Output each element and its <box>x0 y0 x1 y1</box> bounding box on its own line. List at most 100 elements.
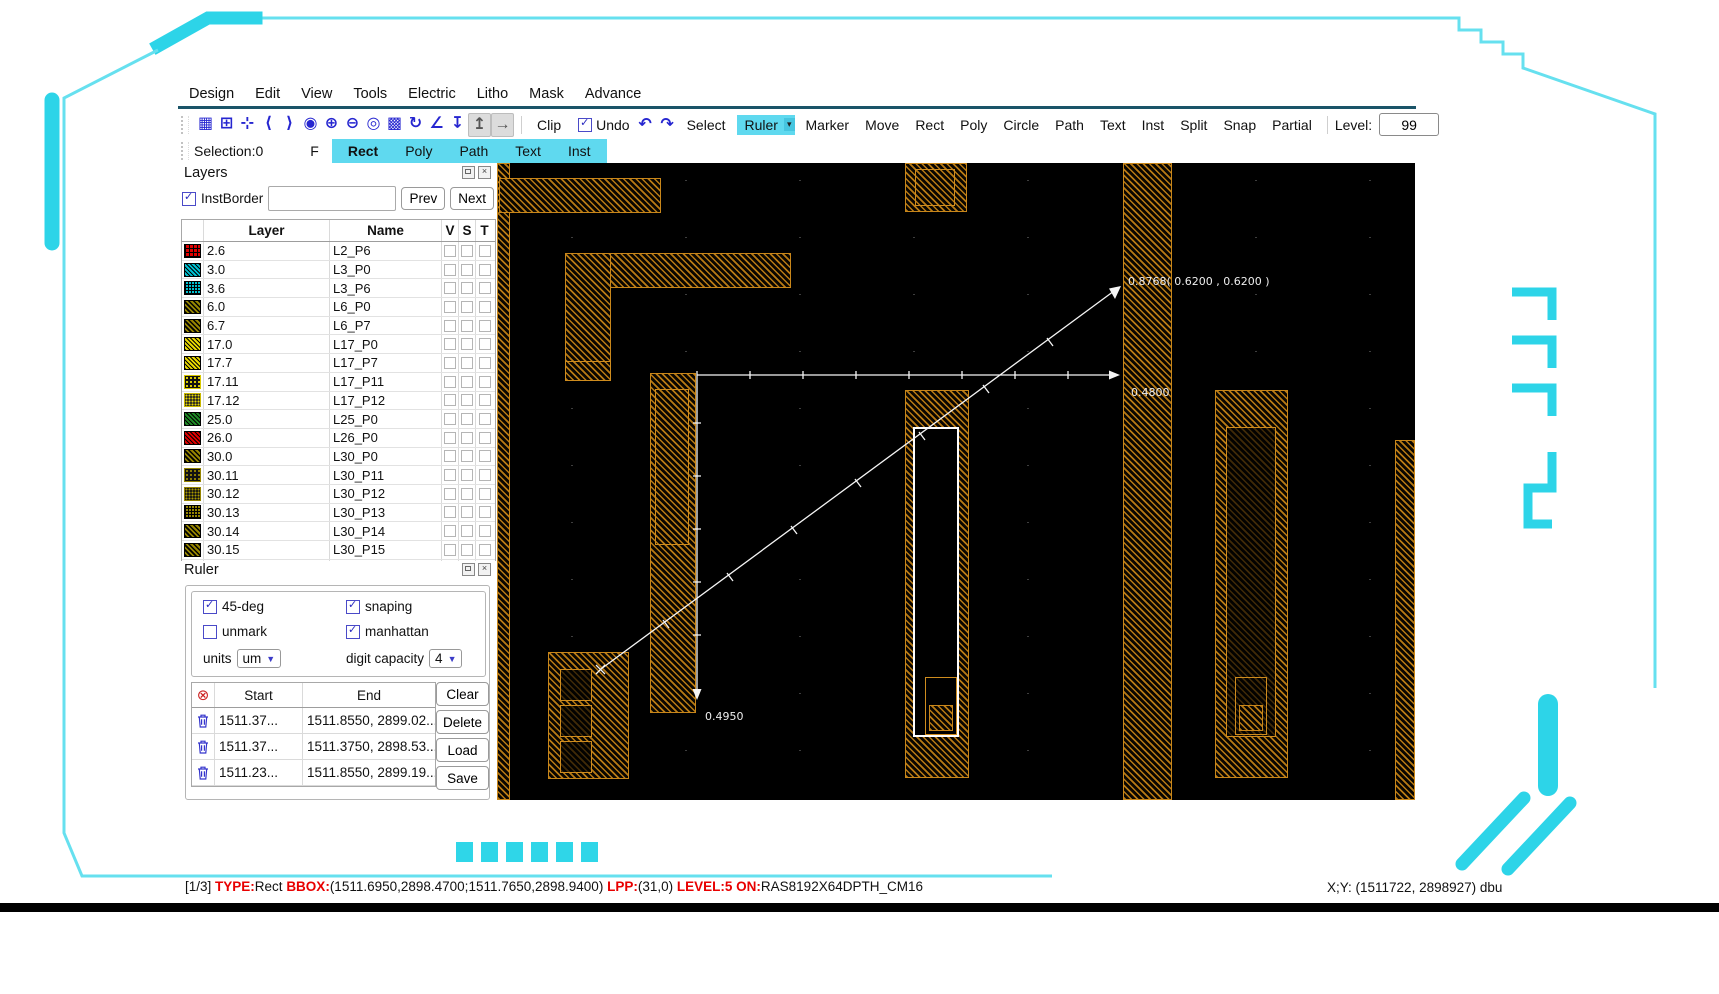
restore-panel-icon[interactable] <box>462 166 475 179</box>
option-unmark[interactable]: unmark <box>203 624 267 639</box>
layer-t-checkbox[interactable] <box>476 448 493 466</box>
option-45-deg[interactable]: 45-deg <box>203 599 264 614</box>
tool-poly-button[interactable]: Poly <box>952 117 995 133</box>
tool-text-button[interactable]: Text <box>1092 117 1134 133</box>
menu-mask[interactable]: Mask <box>529 86 564 102</box>
save-button[interactable]: Save <box>436 766 489 790</box>
layer-s-checkbox[interactable] <box>459 522 476 540</box>
instborder-checkbox[interactable] <box>182 192 196 206</box>
menu-electric[interactable]: Electric <box>408 86 456 102</box>
layer-s-checkbox[interactable] <box>459 392 476 410</box>
menu-tools[interactable]: Tools <box>353 86 387 102</box>
layer-row[interactable]: 17.0L17_P0 <box>182 335 495 354</box>
delete-button[interactable]: Delete <box>436 710 489 734</box>
tab-path[interactable]: Path <box>459 143 488 159</box>
layer-s-checkbox[interactable] <box>459 466 476 484</box>
chevron-left-icon[interactable]: ⟨ <box>258 113 279 137</box>
layer-v-checkbox[interactable] <box>442 261 459 279</box>
layer-v-checkbox[interactable] <box>442 466 459 484</box>
trash-icon[interactable] <box>192 760 215 785</box>
layer-s-checkbox[interactable] <box>459 335 476 353</box>
layer-row[interactable]: 3.0L3_P0 <box>182 261 495 280</box>
layer-row[interactable]: 30.0L30_P0 <box>182 448 495 467</box>
option-checkbox[interactable] <box>203 600 217 614</box>
close-panel-icon[interactable]: × <box>478 563 491 576</box>
hierarchy-icon[interactable]: ⊞ <box>216 113 237 137</box>
units-dropdown[interactable]: um ▼ <box>237 649 282 668</box>
import-icon[interactable]: ↧ <box>447 113 468 137</box>
layer-s-checkbox[interactable] <box>459 279 476 297</box>
tool-inst-button[interactable]: Inst <box>1134 117 1173 133</box>
rotate-icon[interactable]: ↻ <box>405 113 426 137</box>
angle-icon[interactable]: ∠ <box>426 113 447 137</box>
layer-row[interactable]: 6.0L6_P0 <box>182 298 495 317</box>
layer-s-checkbox[interactable] <box>459 541 476 559</box>
undo-checkbox-box[interactable] <box>578 118 592 132</box>
layer-t-checkbox[interactable] <box>476 242 493 260</box>
option-manhattan[interactable]: manhattan <box>346 624 429 639</box>
digit-capacity-dropdown[interactable]: 4 ▼ <box>429 649 462 668</box>
layer-t-checkbox[interactable] <box>476 392 493 410</box>
layer-s-checkbox[interactable] <box>459 317 476 335</box>
chevron-right-icon[interactable]: ⟩ <box>279 113 300 137</box>
tool-split-button[interactable]: Split <box>1172 117 1215 133</box>
close-panel-icon[interactable]: × <box>478 166 491 179</box>
load-button[interactable]: Load <box>436 738 489 762</box>
layer-v-checkbox[interactable] <box>442 317 459 335</box>
layer-row[interactable]: 30.14L30_P14 <box>182 522 495 541</box>
layer-s-checkbox[interactable] <box>459 261 476 279</box>
layer-t-checkbox[interactable] <box>476 373 493 391</box>
layout-canvas[interactable]: 0.8768( 0.6200 , 0.6200 ) 0.4800 0.4950 <box>497 163 1415 800</box>
file-icon[interactable]: ▦ <box>195 113 216 137</box>
option-checkbox[interactable] <box>203 625 217 639</box>
layer-s-checkbox[interactable] <box>459 448 476 466</box>
ruler-button[interactable]: Ruler ▾ <box>737 115 795 135</box>
tab-text[interactable]: Text <box>515 143 541 159</box>
select-button[interactable]: Select <box>679 117 734 133</box>
layer-s-checkbox[interactable] <box>459 410 476 428</box>
option-checkbox[interactable] <box>346 600 360 614</box>
layer-v-checkbox[interactable] <box>442 354 459 372</box>
layer-s-checkbox[interactable] <box>459 504 476 522</box>
tool-partial-button[interactable]: Partial <box>1264 117 1320 133</box>
layer-t-checkbox[interactable] <box>476 410 493 428</box>
layer-v-checkbox[interactable] <box>442 392 459 410</box>
layer-row[interactable]: 25.0L25_P0 <box>182 410 495 429</box>
layer-v-checkbox[interactable] <box>442 242 459 260</box>
zoom-in-icon[interactable]: ⊕ <box>321 113 342 137</box>
layer-v-checkbox[interactable] <box>442 504 459 522</box>
tool-rect-button[interactable]: Rect <box>907 117 952 133</box>
layer-row[interactable]: 17.11L17_P11 <box>182 373 495 392</box>
layer-v-checkbox[interactable] <box>442 410 459 428</box>
layer-v-checkbox[interactable] <box>442 541 459 559</box>
layer-t-checkbox[interactable] <box>476 466 493 484</box>
layer-s-checkbox[interactable] <box>459 485 476 503</box>
prev-button[interactable]: Prev <box>401 187 445 210</box>
layer-s-checkbox[interactable] <box>459 429 476 447</box>
redo-arrow-icon[interactable]: ↷ <box>657 114 678 136</box>
layer-v-checkbox[interactable] <box>442 279 459 297</box>
layer-row[interactable]: 17.12L17_P12 <box>182 392 495 411</box>
eye-icon[interactable]: ◎ <box>363 113 384 137</box>
layer-row[interactable]: 2.6L2_P6 <box>182 242 495 261</box>
tab-rect[interactable]: Rect <box>348 143 378 159</box>
clear-button[interactable]: Clear <box>436 682 489 706</box>
move-icon[interactable]: ⊹ <box>237 113 258 137</box>
layer-t-checkbox[interactable] <box>476 335 493 353</box>
align-top-icon[interactable]: ↥ <box>468 113 491 137</box>
layer-row[interactable]: 17.7L17_P7 <box>182 354 495 373</box>
layer-t-checkbox[interactable] <box>476 429 493 447</box>
layer-row[interactable]: 3.6L3_P6 <box>182 279 495 298</box>
menu-view[interactable]: View <box>301 86 332 102</box>
tool-move-button[interactable]: Move <box>857 117 907 133</box>
layer-t-checkbox[interactable] <box>476 261 493 279</box>
layer-v-checkbox[interactable] <box>442 298 459 316</box>
layer-v-checkbox[interactable] <box>442 448 459 466</box>
layer-v-checkbox[interactable] <box>442 429 459 447</box>
layer-row[interactable]: 6.7L6_P7 <box>182 317 495 336</box>
menu-design[interactable]: Design <box>189 86 234 102</box>
layer-t-checkbox[interactable] <box>476 354 493 372</box>
tool-marker-button[interactable]: Marker <box>798 117 858 133</box>
target-icon[interactable]: ◉ <box>300 113 321 137</box>
layer-row[interactable]: 30.13L30_P13 <box>182 504 495 523</box>
